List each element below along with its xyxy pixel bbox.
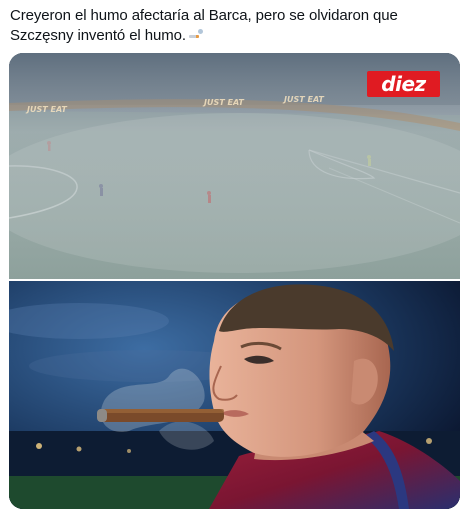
ad-board-text-3: JUST EAT <box>284 95 324 104</box>
player-cigar-photo <box>9 281 460 509</box>
ad-board-text-1: JUST EAT <box>27 105 67 114</box>
post-media[interactable]: JUST EAT JUST EAT JUST EAT diez <box>9 53 460 509</box>
ad-board-text-2: JUST EAT <box>204 98 244 107</box>
smoking-icon <box>188 28 204 42</box>
diez-logo: diez <box>367 71 440 97</box>
post-text: Creyeron el humo afectaría al Barca, per… <box>10 6 460 46</box>
player-with-cigar-illustration <box>9 281 460 509</box>
smoky-stadium-photo: JUST EAT JUST EAT JUST EAT diez <box>9 53 460 279</box>
